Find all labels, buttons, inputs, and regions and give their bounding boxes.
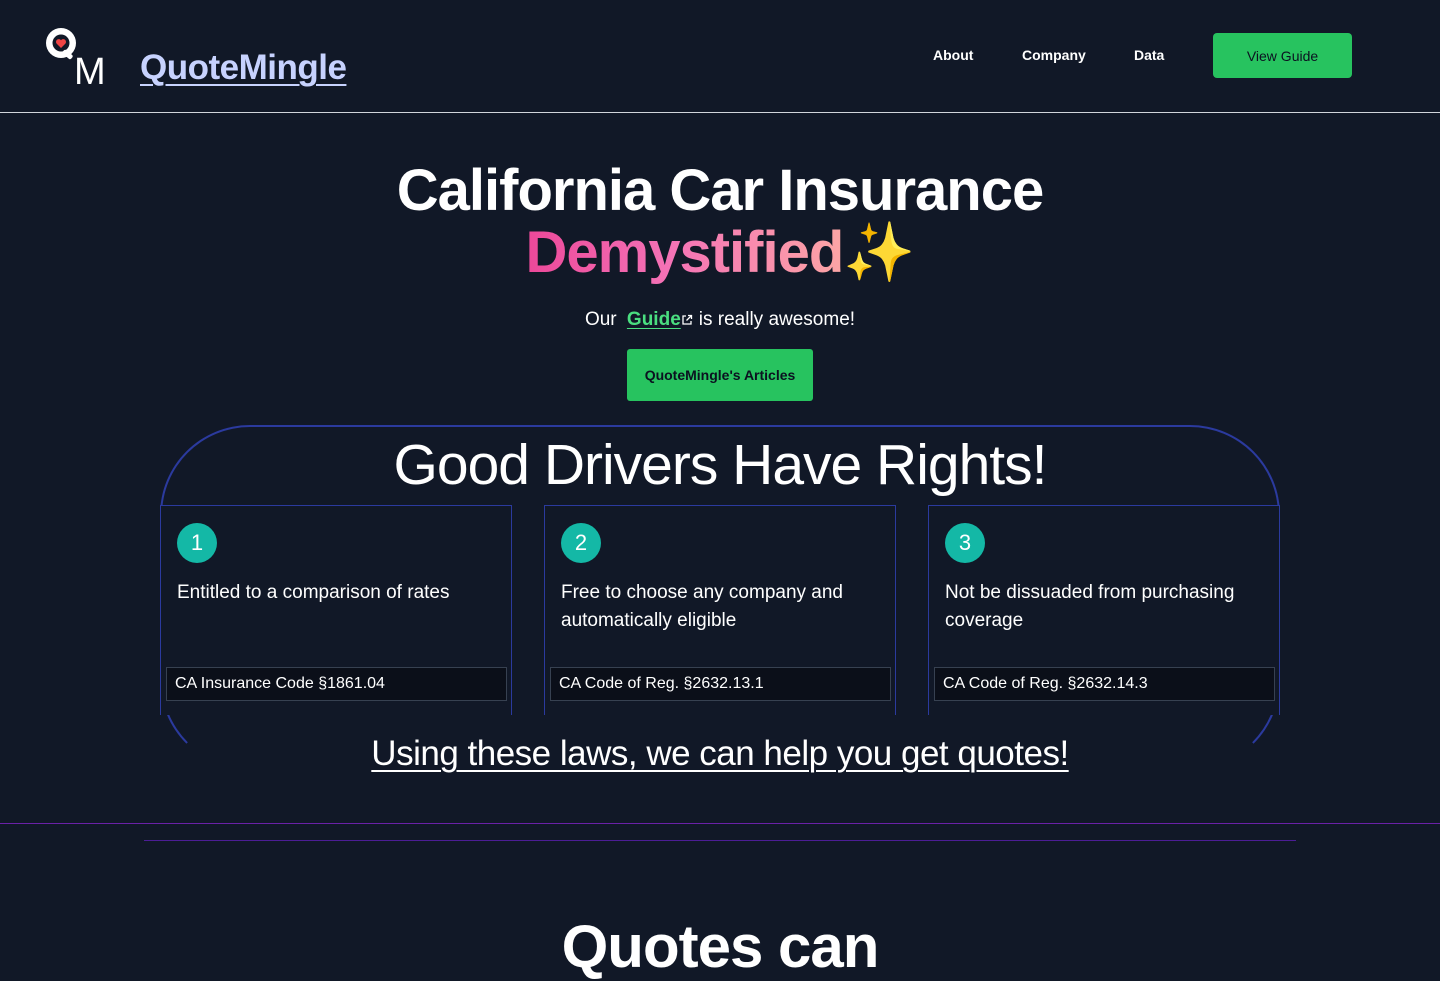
view-guide-button[interactable]: View Guide bbox=[1213, 33, 1352, 78]
legal-code: CA Insurance Code §1861.04 bbox=[166, 667, 507, 701]
sparkle-icon: ✨ bbox=[843, 220, 915, 285]
subtitle-suffix: is really awesome! bbox=[698, 309, 856, 330]
right-card-2: 2 Free to choose any company and automat… bbox=[544, 505, 896, 715]
legal-code: CA Code of Reg. §2632.14.3 bbox=[934, 667, 1275, 701]
hero-subtitle: Our Guide is really awesome! bbox=[0, 309, 1440, 331]
right-text: Free to choose any company and automatic… bbox=[561, 582, 844, 631]
right-text: Entitled to a comparison of rates bbox=[177, 582, 450, 603]
nav-data[interactable]: Data bbox=[1134, 47, 1164, 63]
nav-company[interactable]: Company bbox=[1022, 47, 1086, 63]
external-link-icon bbox=[682, 314, 692, 325]
nav-about[interactable]: About bbox=[933, 47, 973, 63]
svg-text:M: M bbox=[74, 51, 106, 90]
rights-title: Good Drivers Have Rights! bbox=[393, 433, 1048, 497]
step-number: 2 bbox=[561, 523, 601, 563]
get-quotes-link-text[interactable]: Using these laws, we can help you get qu… bbox=[371, 734, 1069, 773]
next-section-title: Quotes can bbox=[561, 913, 880, 980]
right-text: Not be dissuaded from purchasing coverag… bbox=[945, 582, 1235, 631]
hero-title-line2: Demystified✨ bbox=[0, 222, 1440, 284]
hero-highlight: Demystified bbox=[525, 220, 845, 285]
section-divider bbox=[0, 823, 1440, 824]
hero-title: California Car Insurance bbox=[396, 158, 1044, 223]
get-quotes-link: Using these laws, we can help you get qu… bbox=[0, 734, 1440, 774]
right-card-1: 1 Entitled to a comparison of rates CA I… bbox=[160, 505, 512, 715]
right-card-3: 3 Not be dissuaded from purchasing cover… bbox=[928, 505, 1280, 715]
subtitle-prefix: Our bbox=[584, 309, 617, 330]
inner-divider bbox=[144, 840, 1296, 841]
step-number: 1 bbox=[177, 523, 217, 563]
legal-code: CA Code of Reg. §2632.13.1 bbox=[550, 667, 891, 701]
step-number: 3 bbox=[945, 523, 985, 563]
brand-link[interactable]: QuoteMingle bbox=[140, 48, 347, 88]
articles-button[interactable]: QuoteMingle's Articles bbox=[627, 349, 813, 401]
guide-link[interactable]: Guide bbox=[627, 309, 681, 330]
quotemingle-logo[interactable]: M bbox=[40, 24, 116, 90]
site-header: M QuoteMingle About Company Data View Gu… bbox=[0, 0, 1440, 113]
